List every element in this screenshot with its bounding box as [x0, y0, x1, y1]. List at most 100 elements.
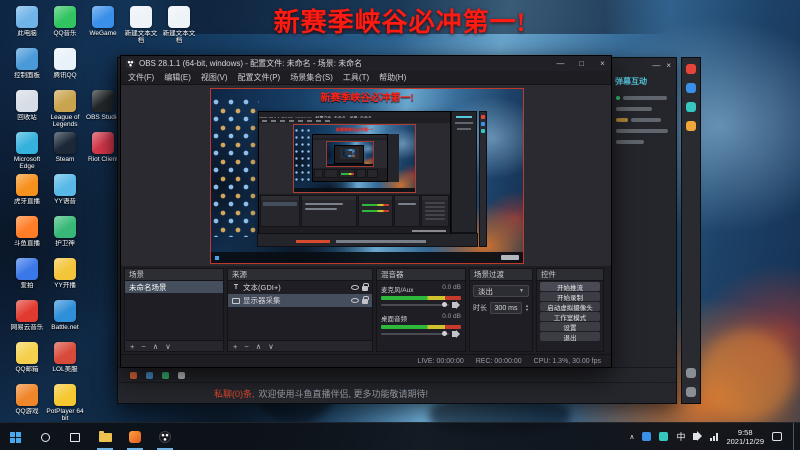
obs-menu-item[interactable]: 配置文件(P)	[233, 72, 286, 83]
source-list-item[interactable]: 显示器采集	[228, 294, 372, 307]
desktop-icon[interactable]: 虎牙直播	[8, 174, 46, 205]
obs-titlebar[interactable]: OBS 28.1.1 (64-bit, windows) - 配置文件: 未命名…	[121, 56, 611, 71]
add-source-button[interactable]: +	[233, 342, 237, 351]
speaker-icon[interactable]	[452, 329, 460, 338]
duration-spinner[interactable]: ▲ ▼	[525, 304, 529, 312]
source-down-button[interactable]: ∨	[268, 342, 274, 351]
companion-tool-icon[interactable]	[146, 371, 153, 379]
mixer-dock-header[interactable]: 混音器	[377, 269, 465, 281]
network-icon[interactable]	[710, 432, 719, 441]
side-tool-icon[interactable]	[686, 102, 696, 112]
companion-tool-icon[interactable]	[162, 371, 169, 379]
private-chat-label[interactable]: 私聊(0)条,	[214, 387, 255, 400]
obs-menu-item[interactable]: 编辑(E)	[159, 72, 196, 83]
close-button[interactable]: ×	[594, 56, 611, 71]
show-desktop-strip[interactable]	[793, 422, 796, 450]
obs-menu-item[interactable]: 视图(V)	[196, 72, 233, 83]
control-button[interactable]: 设置	[540, 322, 600, 332]
obs-preview-area[interactable]: 新赛季峡谷必冲第一! OBS 28.1.1 (64-bit, windows) …	[121, 85, 611, 266]
desktop-icon[interactable]: 护卫神	[46, 216, 84, 247]
desktop-icon[interactable]: 新建文本文档	[122, 6, 160, 44]
companion-tool-icon[interactable]	[178, 371, 185, 379]
source-up-button[interactable]: ∧	[256, 342, 262, 351]
visibility-eye-icon[interactable]	[351, 285, 359, 290]
lock-icon[interactable]	[362, 283, 369, 291]
search-button[interactable]	[30, 423, 60, 450]
scenes-dock-header[interactable]: 场景	[125, 269, 223, 281]
scene-up-button[interactable]: ∧	[153, 342, 159, 351]
tray-app-icon-blue[interactable]	[642, 432, 652, 441]
desktop-icon[interactable]: WeGame	[84, 6, 122, 37]
control-button[interactable]: 开始推流	[540, 282, 600, 292]
desktop-icon[interactable]: 回收站	[8, 90, 46, 121]
desktop-icon[interactable]: 网易云音乐	[8, 300, 46, 331]
tray-app-icon-teal[interactable]	[659, 432, 669, 441]
desktop-icon[interactable]: 新建文本文档	[160, 6, 198, 44]
desktop-icon[interactable]: QQ邮箱	[8, 342, 46, 373]
desktop-icon[interactable]: QQ音乐	[46, 6, 84, 37]
maximize-button[interactable]: □	[573, 56, 590, 71]
lock-icon[interactable]	[362, 296, 369, 304]
tray-chevron-icon[interactable]: ∧	[629, 433, 634, 441]
obs-preview-capture-level1[interactable]: 新赛季峡谷必冲第一! OBS 28.1.1 (64-bit, windows) …	[210, 88, 524, 264]
panel-close-icon[interactable]: ×	[666, 61, 671, 70]
volume-icon[interactable]	[693, 431, 703, 441]
control-button[interactable]: 退出	[540, 332, 600, 342]
side-tool-icon[interactable]	[686, 64, 696, 74]
remove-source-button[interactable]: −	[244, 342, 248, 351]
desktop-icon[interactable]: QQ游戏	[8, 384, 46, 415]
file-explorer-button[interactable]	[90, 423, 120, 450]
volume-slider[interactable]	[381, 331, 449, 336]
pinned-app-obs[interactable]	[150, 423, 180, 450]
desktop-icon[interactable]: PotPlayer 64 bit	[46, 384, 84, 422]
notification-center-icon[interactable]	[772, 432, 782, 441]
desktop-icon[interactable]: YY语音	[46, 174, 84, 205]
side-tool-icon[interactable]	[686, 121, 696, 131]
scene-list-item[interactable]: 未命名场景	[125, 281, 223, 293]
control-button[interactable]: 工作室模式	[540, 312, 600, 322]
sources-dock-header[interactable]: 来源	[228, 269, 372, 281]
obs-menu-item[interactable]: 文件(F)	[123, 72, 159, 83]
add-scene-button[interactable]: +	[130, 342, 134, 351]
pinned-app-companion[interactable]	[120, 423, 150, 450]
desktop-icon[interactable]: 此电脑	[8, 6, 46, 37]
volume-slider-handle[interactable]	[442, 331, 447, 336]
obs-menu-item[interactable]: 场景集合(S)	[285, 72, 338, 83]
speaker-icon[interactable]	[452, 300, 460, 309]
start-button[interactable]	[0, 423, 30, 450]
minimize-button[interactable]: —	[552, 56, 569, 71]
desktop-icon[interactable]: 斗鱼直播	[8, 216, 46, 247]
desktop-icon[interactable]: Steam	[46, 132, 84, 163]
visibility-eye-icon[interactable]	[351, 298, 359, 303]
control-button[interactable]: 开始录制	[540, 292, 600, 302]
desktop-icon[interactable]: 控制面板	[8, 48, 46, 79]
desktop-icon[interactable]: Microsoft Edge	[8, 132, 46, 170]
source-list-item[interactable]: T 文本(GDI+)	[228, 281, 372, 294]
control-button[interactable]: 启动虚拟摄像头	[540, 302, 600, 312]
companion-tool-icon[interactable]	[130, 371, 137, 379]
side-tool-icon[interactable]	[686, 387, 696, 397]
obs-menu-item[interactable]: 帮助(H)	[374, 72, 411, 83]
task-view-button[interactable]	[60, 423, 90, 450]
transitions-dock-header[interactable]: 场景过渡	[470, 269, 532, 281]
side-tool-icon[interactable]	[686, 368, 696, 378]
volume-slider-handle[interactable]	[442, 302, 447, 307]
desktop-icon[interactable]: YY开播	[46, 258, 84, 289]
desktop-icon[interactable]: Battle.net	[46, 300, 84, 331]
panel-minimize-icon[interactable]: —	[652, 61, 660, 70]
controls-dock-header[interactable]: 控件	[537, 269, 603, 281]
input-method-indicator[interactable]: 中	[676, 430, 685, 443]
remove-scene-button[interactable]: −	[141, 342, 145, 351]
desktop-icon[interactable]: 腾讯QQ	[46, 48, 84, 79]
obs-menu-item[interactable]: 工具(T)	[338, 72, 374, 83]
transition-select[interactable]: 淡出 ▼	[473, 285, 529, 297]
duration-value[interactable]: 300 ms	[490, 302, 523, 314]
side-tool-icon[interactable]	[686, 83, 696, 93]
scene-down-button[interactable]: ∨	[165, 342, 171, 351]
desktop-icon[interactable]: League of Legends	[46, 90, 84, 128]
desktop-icon[interactable]: 爱拍	[8, 258, 46, 289]
desktop-icon[interactable]: LOL美服	[46, 342, 84, 373]
taskbar-clock[interactable]: 9:58 2021/12/29	[726, 428, 764, 446]
spin-down-icon[interactable]: ▼	[525, 308, 529, 312]
volume-slider[interactable]	[381, 302, 449, 307]
